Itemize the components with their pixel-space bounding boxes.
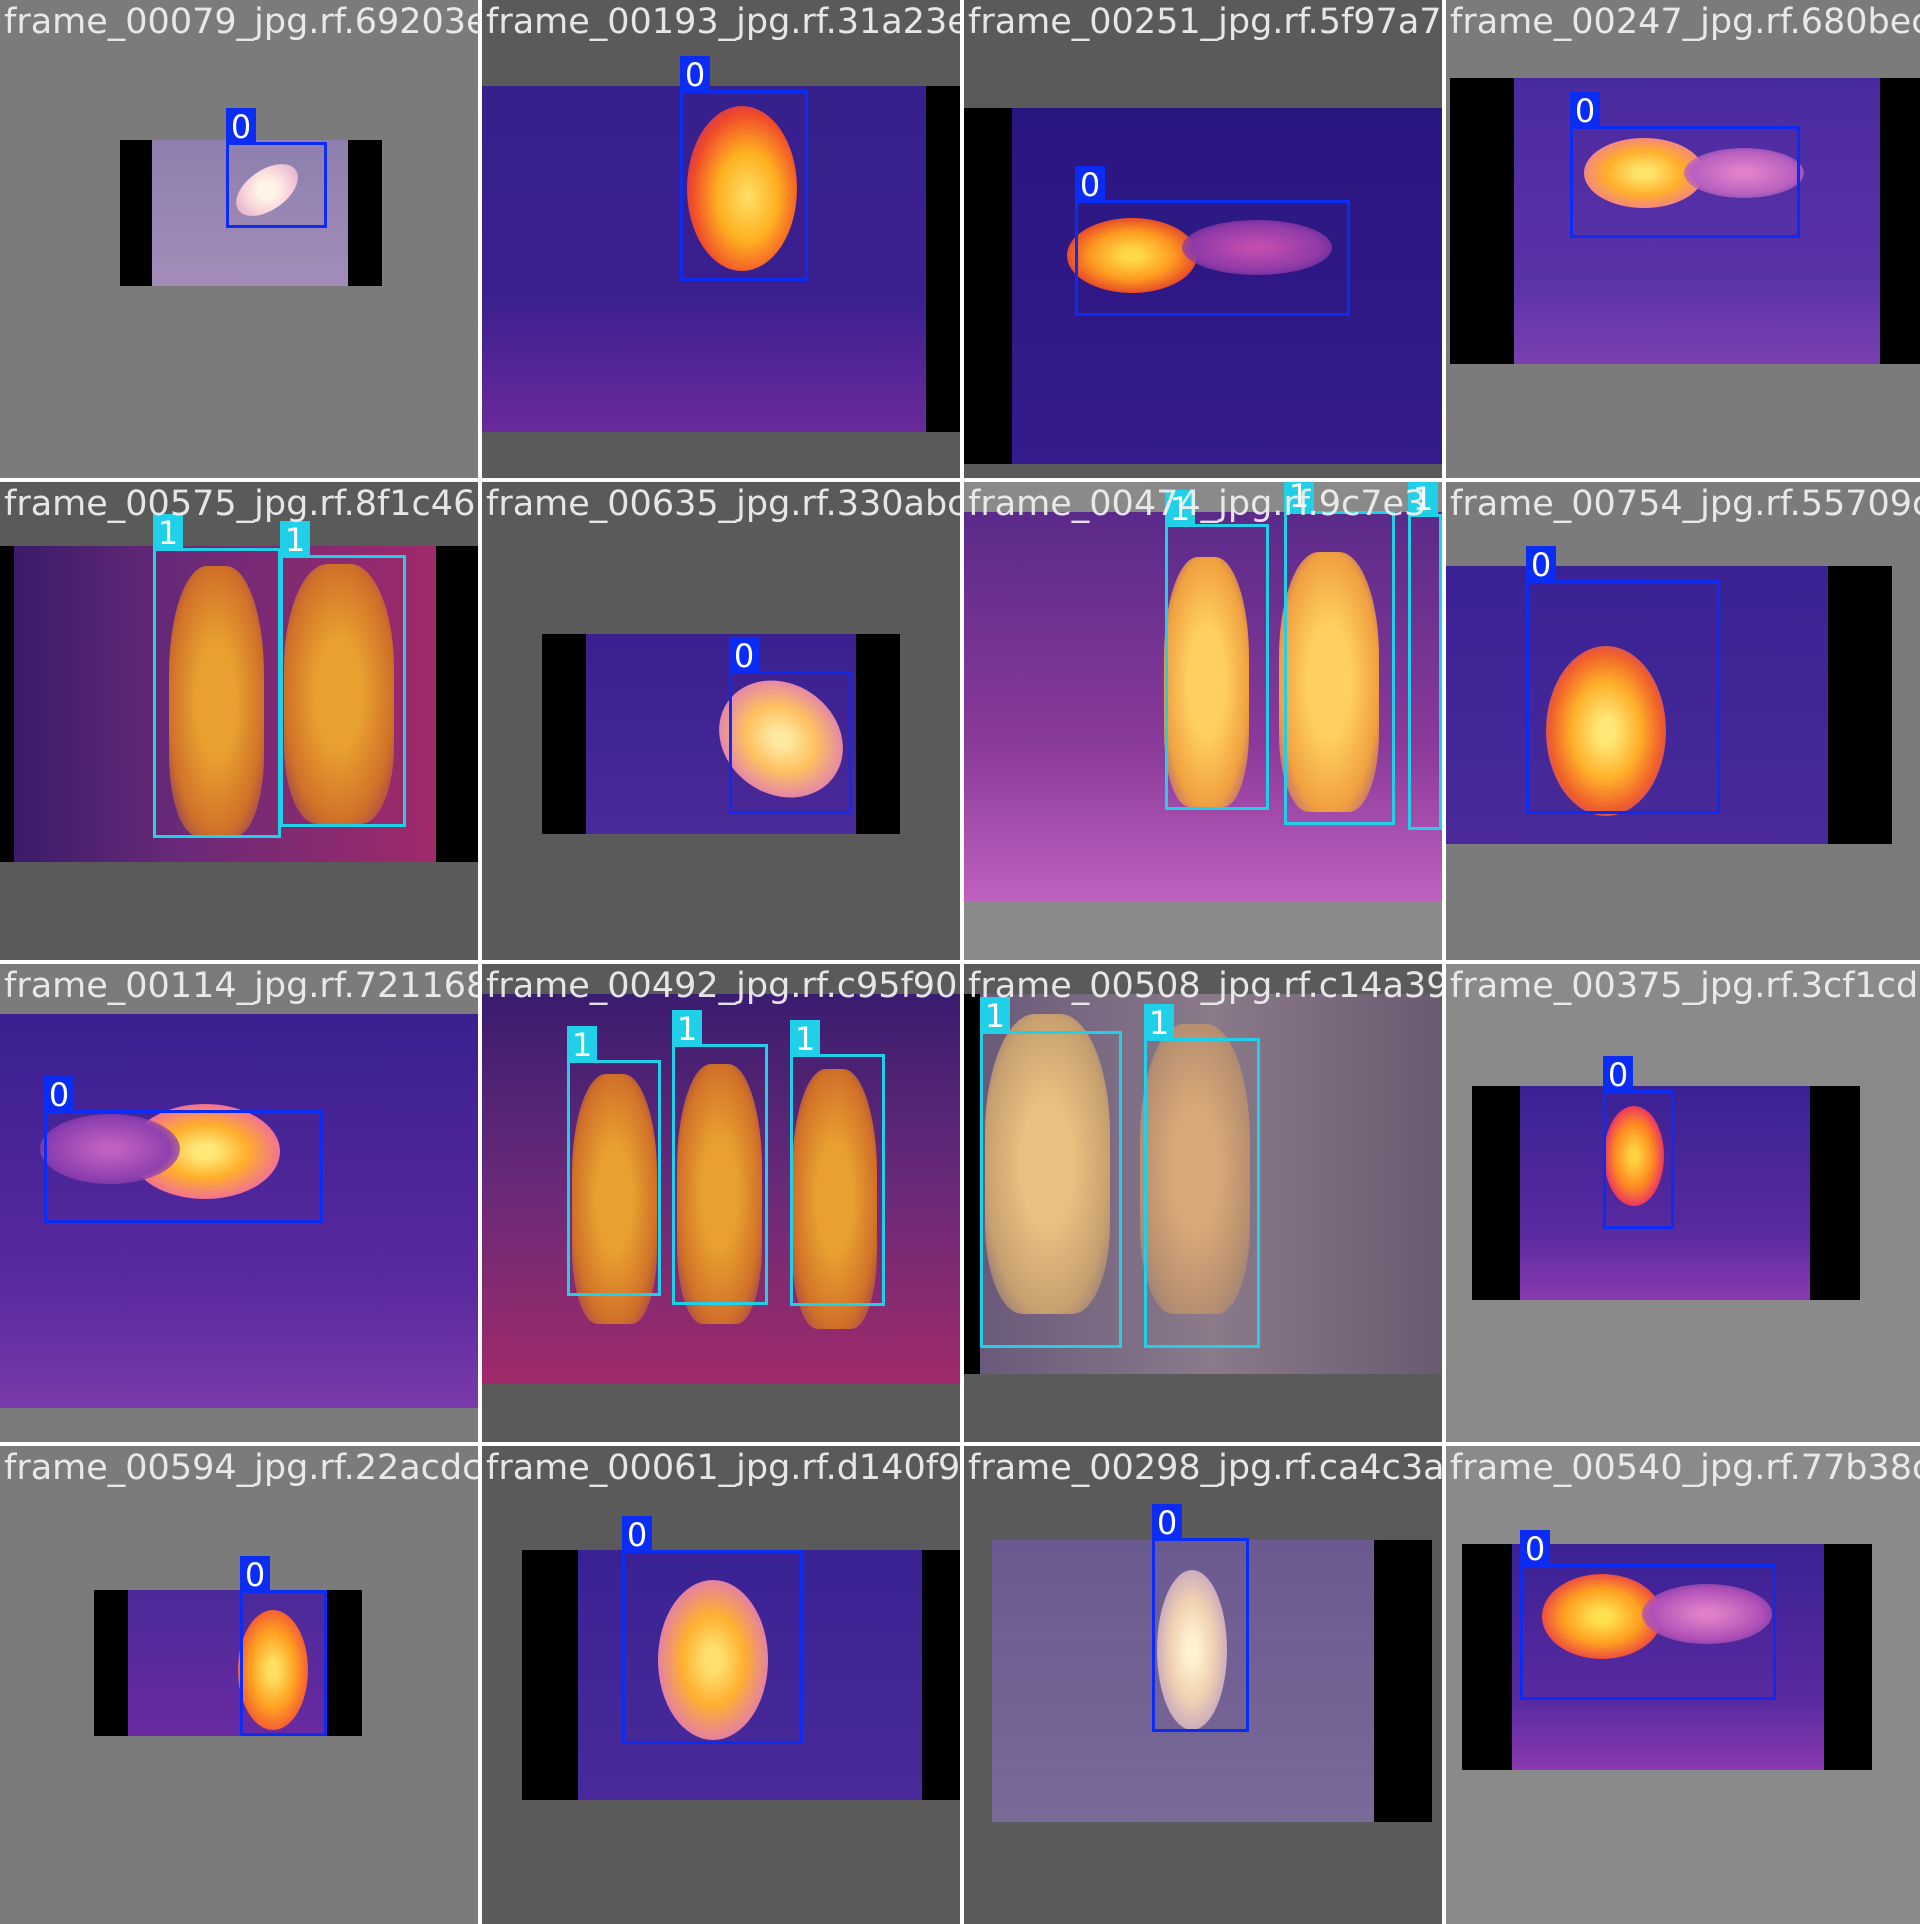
- detection-box: 0: [1526, 546, 1720, 814]
- detection-box: 1: [567, 1026, 661, 1296]
- tile-2: 0 frame_00193_jpg.rf.31a23e7: [482, 0, 960, 478]
- detection-box: 1: [1284, 482, 1395, 825]
- tile-16: 0 frame_00540_jpg.rf.77b38ce: [1446, 1446, 1920, 1924]
- image-caption: frame_00492_jpg.rf.c95f907: [486, 966, 960, 1006]
- detection-box: 0: [1603, 1056, 1674, 1229]
- class-label: 0: [1603, 1056, 1633, 1094]
- image-caption: frame_00298_jpg.rf.ca4c3ab: [968, 1448, 1442, 1488]
- tile-5: 1 1 frame_00575_jpg.rf.8f1c46b: [0, 482, 478, 960]
- detection-box: 0: [1152, 1504, 1249, 1732]
- image-caption: frame_00251_jpg.rf.5f97a7b: [968, 2, 1442, 42]
- mosaic-grid: 0 frame_00079_jpg.rf.69203ea 0 frame_001…: [0, 0, 1920, 1924]
- class-label: 1: [790, 1020, 820, 1058]
- class-label: 0: [729, 637, 759, 675]
- image-caption: frame_00635_jpg.rf.330abc2: [486, 484, 960, 524]
- detection-box: 0: [1075, 166, 1350, 316]
- detection-box: 1: [1144, 1004, 1260, 1348]
- image-caption: frame_00247_jpg.rf.680bec5: [1450, 2, 1920, 42]
- image-caption: frame_00114_jpg.rf.7211682: [4, 966, 478, 1006]
- class-label: 0: [226, 108, 256, 146]
- image-caption: frame_00193_jpg.rf.31a23e7: [486, 2, 960, 42]
- detection-box: 1: [672, 1010, 768, 1305]
- tile-10: 1 1 1 frame_00492_jpg.rf.c95f907: [482, 964, 960, 1442]
- detection-box: 1: [790, 1020, 885, 1306]
- tile-4: 0 frame_00247_jpg.rf.680bec5: [1446, 0, 1920, 478]
- image-caption: frame_00061_jpg.rf.d140f9c: [486, 1448, 960, 1488]
- class-label: 1: [672, 1010, 702, 1048]
- detection-box: 0: [680, 56, 808, 281]
- tile-1: 0 frame_00079_jpg.rf.69203ea: [0, 0, 478, 478]
- detection-box: 0: [226, 108, 327, 228]
- class-label: 0: [1570, 92, 1600, 130]
- class-label: 0: [1152, 1504, 1182, 1542]
- class-label: 1: [1144, 1004, 1174, 1042]
- image-caption: frame_00754_jpg.rf.55709c8: [1450, 484, 1920, 524]
- detection-box: 0: [44, 1076, 323, 1223]
- detection-box: 0: [1570, 92, 1800, 238]
- image-caption: frame_00594_jpg.rf.22acdc7: [4, 1448, 478, 1488]
- tile-12: 0 frame_00375_jpg.rf.3cf1cd4: [1446, 964, 1920, 1442]
- image-caption: frame_00575_jpg.rf.8f1c46b: [4, 484, 478, 524]
- tile-9: 0 frame_00114_jpg.rf.7211682: [0, 964, 478, 1442]
- image-caption: frame_00540_jpg.rf.77b38ce: [1450, 1448, 1920, 1488]
- class-label: 0: [240, 1556, 270, 1594]
- tile-8: 0 frame_00754_jpg.rf.55709c8: [1446, 482, 1920, 960]
- detection-box: 0: [622, 1516, 803, 1744]
- class-label: 0: [1075, 166, 1105, 204]
- detection-box: 0: [1520, 1530, 1776, 1700]
- class-label: 1: [280, 521, 310, 559]
- tile-13: 0 frame_00594_jpg.rf.22acdc7: [0, 1446, 478, 1924]
- image-caption: frame_00375_jpg.rf.3cf1cd4: [1450, 966, 1920, 1006]
- tile-6: 0 frame_00635_jpg.rf.330abc2: [482, 482, 960, 960]
- class-label: 1: [567, 1026, 597, 1064]
- tile-7: 1 1 1 frame_00474_jpg.rf.9c7e3: [964, 482, 1442, 960]
- tile-14: 0 frame_00061_jpg.rf.d140f9c: [482, 1446, 960, 1924]
- detection-box: 0: [729, 637, 852, 814]
- detection-box: 1: [280, 521, 406, 827]
- class-label: 0: [44, 1076, 74, 1114]
- class-label: 0: [1526, 546, 1556, 584]
- tile-3: 0 frame_00251_jpg.rf.5f97a7b: [964, 0, 1442, 478]
- image-caption: frame_00079_jpg.rf.69203ea: [4, 2, 478, 42]
- image-caption: frame_00474_jpg.rf.9c7e3: [968, 484, 1427, 524]
- detection-box: 1: [153, 514, 281, 838]
- tile-11: 1 1 frame_00508_jpg.rf.c14a395: [964, 964, 1442, 1442]
- tile-15: 0 frame_00298_jpg.rf.ca4c3ab: [964, 1446, 1442, 1924]
- detection-box: 1: [1165, 490, 1269, 810]
- image-caption: frame_00508_jpg.rf.c14a395: [968, 966, 1442, 1006]
- class-label: 0: [680, 56, 710, 94]
- detection-box: 0: [240, 1556, 327, 1736]
- class-label: 0: [622, 1516, 652, 1554]
- detection-box: 1: [980, 997, 1122, 1348]
- detection-box: 1: [1408, 482, 1442, 830]
- class-label: 0: [1520, 1530, 1550, 1568]
